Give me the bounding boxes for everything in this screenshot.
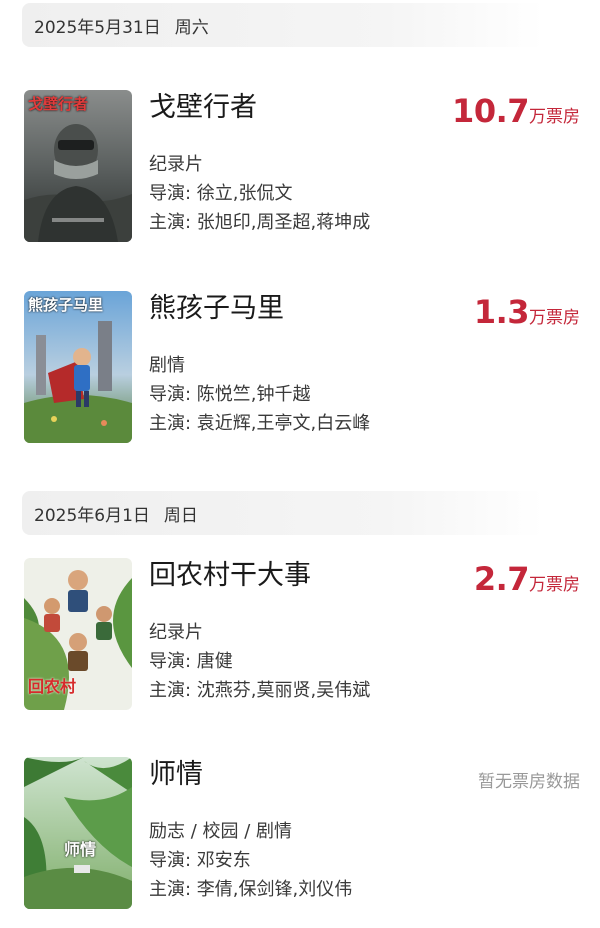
movie-title[interactable]: 熊孩子马里: [149, 291, 284, 327]
box-office-value: 2.7: [473, 560, 530, 598]
date-header: 2025年5月31日 周六: [22, 3, 544, 47]
date-header: 2025年6月1日 周日: [22, 491, 544, 535]
movie-genre: 剧情: [149, 355, 185, 376]
movie-cast: 主演: 沈燕芬,莫丽贤,吴伟斌: [149, 680, 371, 701]
movie-poster[interactable]: 戈壁行者: [24, 90, 132, 242]
box-office-unit: 万票房: [529, 308, 580, 328]
no-box-office-label: 暂无票房数据: [478, 772, 580, 792]
box-office-unit: 万票房: [529, 107, 580, 127]
box-office-unit: 万票房: [529, 575, 580, 595]
movie-cast: 主演: 张旭印,周圣超,蒋坤成: [149, 212, 371, 233]
weekday-label: 周六: [174, 17, 209, 38]
movie-schedule-page: 2025年5月31日 周六 戈壁行者 戈壁行者 10.7万票房 纪录片 导演: …: [0, 0, 600, 928]
movie-card[interactable]: 熊孩子马里 熊孩子马里 1.3万票房 剧情 导演: 陈悦竺,钟千越 主演: 袁近…: [24, 291, 580, 443]
movie-poster[interactable]: 师情: [24, 757, 132, 909]
movie-title[interactable]: 回农村干大事: [149, 558, 311, 594]
movie-title[interactable]: 戈壁行者: [149, 90, 257, 126]
movie-director: 导演: 唐健: [149, 651, 233, 672]
movie-info: 熊孩子马里 1.3万票房 剧情 导演: 陈悦竺,钟千越 主演: 袁近辉,王亭文,…: [149, 291, 580, 443]
movie-poster[interactable]: 熊孩子马里: [24, 291, 132, 443]
date-label: 2025年6月1日: [34, 505, 150, 526]
movie-title[interactable]: 师情: [149, 757, 203, 793]
movie-poster[interactable]: 回农村: [24, 558, 132, 710]
movie-genre: 纪录片: [149, 622, 203, 643]
movie-info: 回农村干大事 2.7万票房 纪录片 导演: 唐健 主演: 沈燕芬,莫丽贤,吴伟斌: [149, 558, 580, 710]
date-label: 2025年5月31日: [34, 17, 161, 38]
poster-title: 戈壁行者: [28, 95, 89, 113]
movie-info: 师情 暂无票房数据 励志 / 校园 / 剧情 导演: 邓安东 主演: 李倩,保剑…: [149, 757, 580, 909]
box-office-value: 10.7: [452, 92, 529, 130]
movie-cast: 主演: 袁近辉,王亭文,白云峰: [149, 413, 371, 434]
movie-info: 戈壁行者 10.7万票房 纪录片 导演: 徐立,张侃文 主演: 张旭印,周圣超,…: [149, 90, 580, 242]
poster-title: 熊孩子马里: [28, 296, 104, 314]
box-office: 2.7万票房: [474, 560, 580, 598]
movie-cast: 主演: 李倩,保剑锋,刘仪伟: [149, 879, 353, 900]
box-office: 1.3万票房: [474, 293, 580, 331]
movie-card[interactable]: 回农村 回农村干大事 2.7万票房 纪录片 导演: 唐健 主演: 沈燕芬,莫丽贤…: [24, 558, 580, 710]
movie-genre: 励志 / 校园 / 剧情: [149, 821, 293, 842]
movie-director: 导演: 邓安东: [149, 850, 251, 871]
poster-art: [24, 757, 132, 909]
movie-card[interactable]: 师情 师情 暂无票房数据 励志 / 校园 / 剧情 导演: 邓安东 主演: 李倩…: [24, 757, 580, 909]
movie-director: 导演: 徐立,张侃文: [149, 183, 293, 204]
movie-director: 导演: 陈悦竺,钟千越: [149, 384, 311, 405]
movie-genre: 纪录片: [149, 154, 203, 175]
box-office-value: 1.3: [473, 293, 530, 331]
movie-card[interactable]: 戈壁行者 戈壁行者 10.7万票房 纪录片 导演: 徐立,张侃文 主演: 张旭印…: [24, 90, 580, 242]
weekday-label: 周日: [163, 505, 198, 526]
box-office: 10.7万票房: [452, 92, 580, 130]
poster-title: 回农村: [28, 677, 77, 696]
poster-title: 师情: [64, 840, 97, 859]
